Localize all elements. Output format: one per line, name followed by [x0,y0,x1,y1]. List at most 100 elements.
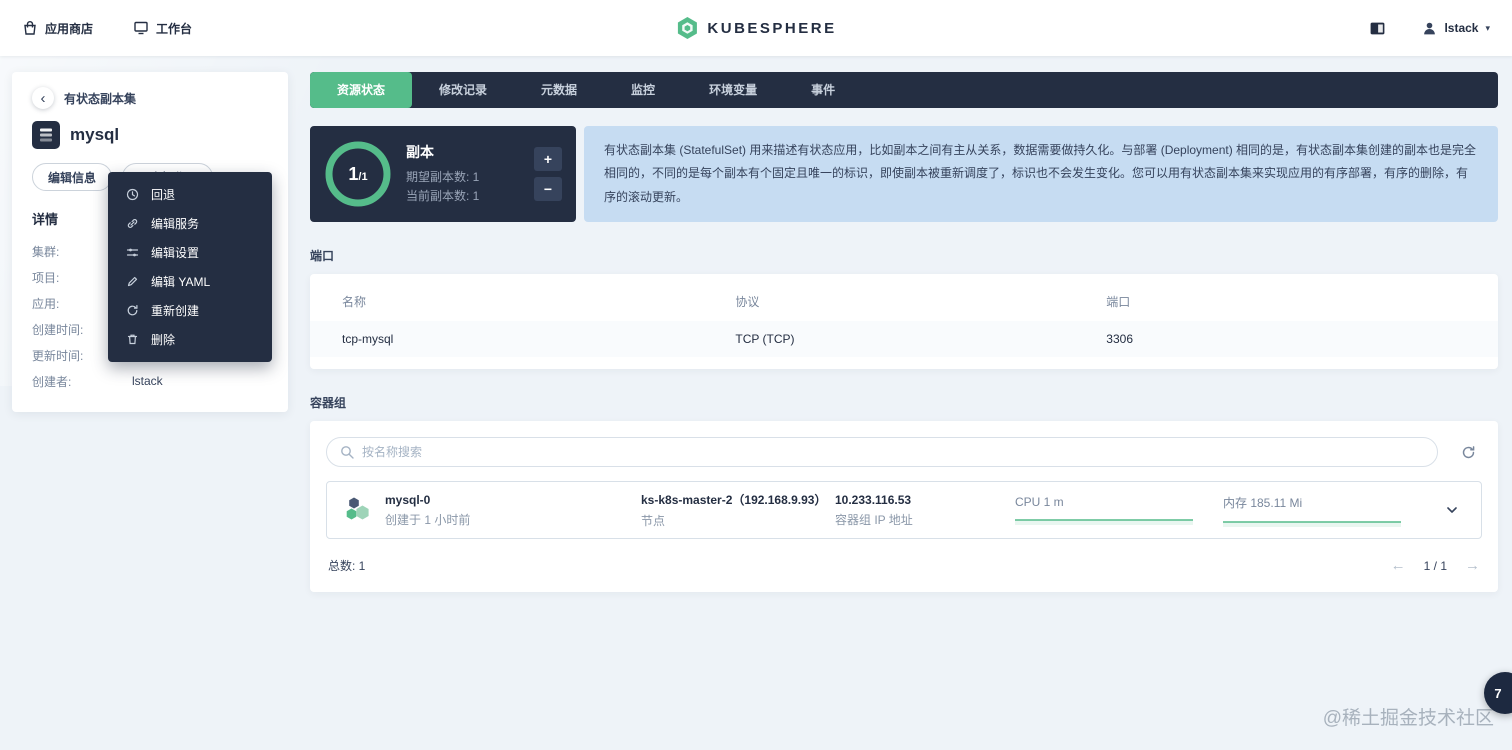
more-actions-menu: 回退 编辑服务 编辑设置 编辑 YAML 重新创建 [108,172,272,362]
expand-chevron-icon[interactable] [1439,503,1465,517]
back-button[interactable]: ‹ [32,87,54,109]
menu-item-label: 编辑 YAML [151,273,210,290]
pods-footer: 总数: 1 ← 1 / 1 → [326,557,1482,576]
resource-title-row: mysql [32,121,268,149]
tab-metadata[interactable]: 元数据 [514,72,604,108]
nav-workbench-label: 工作台 [156,20,192,37]
watermark: @稀土掘金技术社区 [1323,703,1494,730]
panel-icon[interactable] [1369,20,1386,37]
pods-toolbar [326,437,1482,467]
pod-created: 创建于 1 小时前 [385,511,629,528]
recreate-icon [126,304,139,317]
tab-events[interactable]: 事件 [784,72,862,108]
replica-ratio: 1 /1 [324,140,392,208]
edit-info-label: 编辑信息 [48,169,96,186]
pod-memory-cell: 内存 185.11 Mi [1223,494,1427,527]
corner-badge-count: 7 [1494,686,1501,701]
edit-settings-icon [126,246,139,259]
nav-workbench[interactable]: 工作台 [133,20,192,37]
replica-ready-count: 1 [348,164,358,185]
kubesphere-logo-text: KUBESPHERE [707,20,836,37]
delete-icon [126,333,139,346]
pod-node-label: 节点 [641,512,823,529]
user-menu[interactable]: lstack ▾ [1422,21,1490,36]
pod-memory-value: 内存 185.11 Mi [1223,494,1427,511]
refresh-icon[interactable] [1454,438,1482,466]
scale-up-button[interactable]: + [534,147,562,171]
back-row: ‹ 有状态副本集 [32,87,268,109]
statefulset-icon [32,121,60,149]
pod-ip-label: 容器组 IP 地址 [835,511,1003,528]
tab-change-records[interactable]: 修改记录 [412,72,514,108]
menu-item-label: 重新创建 [151,302,199,319]
replica-info: 副本 期望副本数: 1 当前副本数: 1 [406,142,520,205]
pod-cpu-cell: CPU 1 m [1015,495,1211,525]
main-content: 资源状态 修改记录 元数据 监控 环境变量 事件 1 /1 副本 期望副本数: … [310,72,1498,592]
tab-env-variables[interactable]: 环境变量 [682,72,784,108]
detail-field-creator: 创建者: lstack [32,368,268,394]
edit-service-icon [126,217,139,230]
menu-item-edit-settings[interactable]: 编辑设置 [108,238,272,267]
pod-ip-cell: 10.233.116.53 容器组 IP 地址 [835,493,1003,528]
pod-name-cell: mysql-0 创建于 1 小时前 [385,493,629,528]
app-store-icon [22,20,38,36]
pod-row[interactable]: mysql-0 创建于 1 小时前 ks-k8s-master-2（192.16… [326,481,1482,539]
port-number: 3306 [1106,332,1466,346]
replica-total-count: /1 [358,171,367,183]
port-protocol: TCP (TCP) [735,332,1106,346]
menu-item-label: 删除 [151,331,175,348]
menu-item-rollback[interactable]: 回退 [108,180,272,209]
kubesphere-logo-icon [675,16,699,40]
field-label: 创建者: [32,373,132,390]
username: lstack [1444,21,1478,35]
replicas-card: 1 /1 副本 期望副本数: 1 当前副本数: 1 + − [310,126,576,222]
scale-controls: + − [534,147,562,201]
edit-yaml-icon [126,275,139,288]
pagination: ← 1 / 1 → [1391,557,1480,574]
port-name: tcp-mysql [342,332,735,346]
search-input[interactable] [362,445,1424,459]
next-page-icon[interactable]: → [1465,557,1480,574]
edit-info-button[interactable]: 编辑信息 [32,163,112,191]
field-value: lstack [132,374,163,388]
scale-down-button[interactable]: − [534,177,562,201]
ports-section-title: 端口 [310,247,1498,264]
menu-item-label: 回退 [151,186,175,203]
page: 应用商店 工作台 KUBESPHERE lstack ▾ [0,0,1512,750]
tab-bar: 资源状态 修改记录 元数据 监控 环境变量 事件 [310,72,1498,108]
pod-node-cell: ks-k8s-master-2（192.168.9.93） 节点 [641,491,823,529]
caret-down-icon: ▾ [1485,23,1490,34]
ports-card: 名称 协议 端口 tcp-mysql TCP (TCP) 3306 [310,274,1498,369]
pod-cpu-value: CPU 1 m [1015,495,1211,509]
nav-app-store[interactable]: 应用商店 [22,20,93,37]
pods-section-title: 容器组 [310,394,1498,411]
prev-page-icon[interactable]: ← [1391,557,1406,574]
statefulset-description: 有状态副本集 (StatefulSet) 用来描述有状态应用，比如副本之间有主从… [584,126,1498,222]
ports-col-name: 名称 [342,293,735,310]
pod-ip: 10.233.116.53 [835,493,1003,507]
page-indicator: 1 / 1 [1424,559,1447,573]
replica-desired: 期望副本数: 1 [406,168,520,187]
replica-current: 当前副本数: 1 [406,187,520,206]
back-label[interactable]: 有状态副本集 [64,90,136,107]
menu-item-label: 编辑服务 [151,215,199,232]
pod-name: mysql-0 [385,493,629,507]
ports-col-port: 端口 [1106,293,1466,310]
kubesphere-logo[interactable]: KUBESPHERE [675,16,836,40]
menu-item-label: 编辑设置 [151,244,199,261]
replica-title: 副本 [406,142,520,162]
menu-item-delete[interactable]: 删除 [108,325,272,354]
tab-monitoring[interactable]: 监控 [604,72,682,108]
cpu-sparkline [1015,512,1193,525]
rollback-icon [126,188,139,201]
user-icon [1422,21,1437,36]
status-row: 1 /1 副本 期望副本数: 1 当前副本数: 1 + − 有状态副本集 (St… [310,126,1498,222]
menu-item-edit-yaml[interactable]: 编辑 YAML [108,267,272,296]
port-row: tcp-mysql TCP (TCP) 3306 [310,321,1498,357]
workbench-icon [133,20,149,36]
menu-item-recreate[interactable]: 重新创建 [108,296,272,325]
menu-item-edit-service[interactable]: 编辑服务 [108,209,272,238]
pod-search[interactable] [326,437,1438,467]
search-icon [340,445,354,459]
tab-resource-status[interactable]: 资源状态 [310,72,412,108]
